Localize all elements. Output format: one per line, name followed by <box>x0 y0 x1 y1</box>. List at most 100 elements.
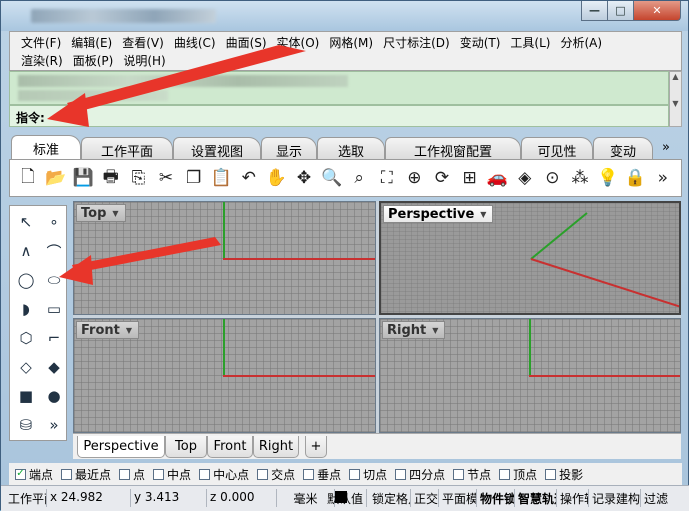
shade-icon[interactable]: ◈ <box>513 166 537 190</box>
circle-icon[interactable]: ◯ <box>14 268 38 292</box>
menu-item-row1-2[interactable]: 查看(V) <box>117 33 169 51</box>
tab-0[interactable]: 标准 <box>11 135 81 159</box>
menu-item-row1-6[interactable]: 网格(M) <box>324 33 378 51</box>
zoom-extents-icon[interactable]: ⛶ <box>375 166 399 190</box>
status-grid-snap[interactable]: 锁定格点 <box>369 489 411 507</box>
rotate-view-icon[interactable]: ✥ <box>292 166 316 190</box>
solid-sphere-icon[interactable]: ● <box>42 384 66 408</box>
print-icon[interactable]: 🖶 <box>99 166 123 190</box>
tab-1[interactable]: 工作平面 <box>81 137 173 160</box>
polygon-icon[interactable]: ⬡ <box>14 326 38 350</box>
menu-item-row1-10[interactable]: 分析(A) <box>555 33 607 51</box>
zoom-window-icon[interactable]: ⌕ <box>347 166 371 190</box>
menu-item-row1-0[interactable]: 文件(F) <box>16 33 66 51</box>
dropdown-arrow-icon[interactable]: ▼ <box>126 326 132 335</box>
osnap-3[interactable]: 中点 <box>153 466 191 483</box>
minimize-button[interactable]: — <box>581 1 608 21</box>
osnap-0[interactable]: ✓ 端点 <box>15 466 53 483</box>
tab-5[interactable]: 工作视窗配置 <box>385 137 521 160</box>
rotate-3d-icon[interactable]: ⟳ <box>430 166 454 190</box>
osnap-checkbox-5[interactable] <box>257 468 269 480</box>
expand-icon[interactable]: » <box>651 166 675 190</box>
four-viewports-icon[interactable]: ⊞ <box>458 166 482 190</box>
menu-item-row2-2[interactable]: 说明(H) <box>118 51 170 69</box>
rectangle-icon[interactable]: ▭ <box>42 297 66 321</box>
select-arrow-icon[interactable]: ↖ <box>14 210 38 234</box>
lock-icon[interactable]: 🔒 <box>623 166 647 190</box>
tab-2[interactable]: 设置视图 <box>173 137 261 160</box>
tabs-more-button[interactable]: » <box>653 137 679 159</box>
cut-icon[interactable]: ✂ <box>154 166 178 190</box>
import-icon[interactable]: ⎘ <box>126 166 150 190</box>
status-ortho[interactable]: 正交 <box>411 489 439 507</box>
osnap-2[interactable]: 点 <box>119 466 145 483</box>
status-osnap[interactable]: 物件锁点 <box>477 489 515 507</box>
osnap-checkbox-6[interactable] <box>303 468 315 480</box>
fillet-icon[interactable]: ⌐ <box>42 326 66 350</box>
osnap-checkbox-9[interactable] <box>453 468 465 480</box>
solid-box-icon[interactable]: ■ <box>14 384 38 408</box>
maximize-button[interactable]: □ <box>607 1 634 21</box>
osnap-checkbox-4[interactable] <box>199 468 211 480</box>
ellipse-icon[interactable]: ⬭ <box>42 268 66 292</box>
osnap-checkbox-8[interactable] <box>395 468 407 480</box>
viewport-tab-1[interactable]: Top <box>165 436 207 458</box>
save-icon[interactable]: 💾 <box>71 166 95 190</box>
viewport-tab-2[interactable]: Front <box>207 436 253 458</box>
tab-7[interactable]: 变动 <box>593 137 653 160</box>
viewport-perspective[interactable]: Perspective ▼ <box>379 201 681 315</box>
menu-item-row1-5[interactable]: 实体(O) <box>272 33 325 51</box>
undo-icon[interactable]: ↶ <box>237 166 261 190</box>
viewport-front-label[interactable]: Front ▼ <box>76 321 140 339</box>
osnap-1[interactable]: 最近点 <box>61 466 111 483</box>
light-icon[interactable]: 💡 <box>596 166 620 190</box>
viewport-top-label[interactable]: Top ▼ <box>76 204 126 222</box>
osnap-6[interactable]: 垂点 <box>303 466 341 483</box>
osnap-7[interactable]: 切点 <box>349 466 387 483</box>
status-planar[interactable]: 平面模式 <box>439 489 477 507</box>
viewport-right-label[interactable]: Right ▼ <box>382 321 446 339</box>
zoom-selected-icon[interactable]: ⊕ <box>402 166 426 190</box>
paste-icon[interactable]: 📋 <box>209 166 233 190</box>
dropdown-arrow-icon[interactable]: ▼ <box>112 209 118 218</box>
status-filter[interactable]: 过滤 <box>641 489 681 507</box>
viewport-tab-3[interactable]: Right <box>253 436 299 458</box>
copy-icon[interactable]: ❐ <box>182 166 206 190</box>
curve-icon[interactable]: ⌒ <box>42 239 66 263</box>
osnap-8[interactable]: 四分点 <box>395 466 445 483</box>
zoom-dynamic-icon[interactable]: 🔍 <box>320 166 344 190</box>
menu-item-row1-4[interactable]: 曲面(S) <box>221 33 272 51</box>
osnap-4[interactable]: 中心点 <box>199 466 249 483</box>
viewport-front[interactable]: Front ▼ <box>73 318 376 433</box>
new-file-icon[interactable]: 🗋 <box>16 166 40 190</box>
tab-4[interactable]: 选取 <box>317 137 385 160</box>
side-more-button[interactable]: » <box>42 413 66 437</box>
close-button[interactable]: ✕ <box>633 1 681 21</box>
osnap-checkbox-7[interactable] <box>349 468 361 480</box>
command-line[interactable]: 指令: <box>9 105 669 127</box>
osnap-9[interactable]: 节点 <box>453 466 491 483</box>
polyline-icon[interactable]: ∧ <box>14 239 38 263</box>
menu-item-row1-8[interactable]: 变动(T) <box>455 33 506 51</box>
menu-item-row2-1[interactable]: 面板(P) <box>68 51 119 69</box>
menu-item-row1-9[interactable]: 工具(L) <box>505 33 555 51</box>
tab-6[interactable]: 可见性 <box>521 137 593 160</box>
circle-tool-icon[interactable]: ⊙ <box>540 166 564 190</box>
viewport-tab-0[interactable]: Perspective <box>77 436 165 458</box>
osnap-checkbox-10[interactable] <box>499 468 511 480</box>
dropdown-arrow-icon[interactable]: ▼ <box>432 326 438 335</box>
layer-name-value[interactable]: 默认值 <box>285 489 367 507</box>
osnap-checkbox-2[interactable] <box>119 468 131 480</box>
viewport-top[interactable]: Top ▼ <box>73 201 376 315</box>
tab-3[interactable]: 显示 <box>261 137 317 160</box>
menu-item-row1-1[interactable]: 编辑(E) <box>66 33 117 51</box>
command-scrollbar[interactable]: ▲ ▼ <box>669 71 682 127</box>
osnap-5[interactable]: 交点 <box>257 466 295 483</box>
viewport-right[interactable]: Right ▼ <box>379 318 681 433</box>
point-icon[interactable]: ∘ <box>42 210 66 234</box>
osnap-checkbox-1[interactable] <box>61 468 73 480</box>
osnap-checkbox-3[interactable] <box>153 468 165 480</box>
status-cplane[interactable]: 工作平面 <box>5 489 47 507</box>
osnap-10[interactable]: 顶点 <box>499 466 537 483</box>
arc-icon[interactable]: ◗ <box>14 297 38 321</box>
